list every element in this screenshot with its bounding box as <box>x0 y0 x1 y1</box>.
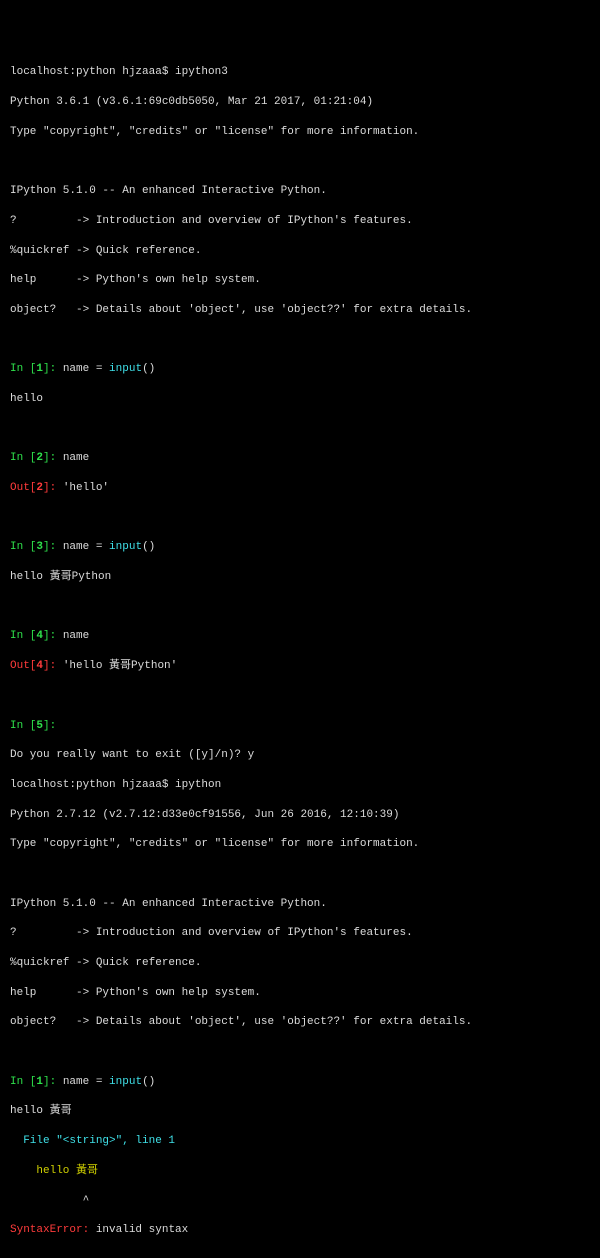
in-prompt-3[interactable]: In [3]: name = input() <box>10 540 590 555</box>
ipython-header: IPython 5.1.0 -- An enhanced Interactive… <box>10 184 590 199</box>
in-prompt-2[interactable]: In [2]: name <box>10 451 590 466</box>
in-prompt-4[interactable]: In [4]: name <box>10 629 590 644</box>
quickref-help: %quickref -> Quick reference. <box>10 244 590 259</box>
help-line: help -> Python's own help system. <box>10 273 590 288</box>
input-echo: hello <box>10 392 590 407</box>
input-echo: hello 黃哥 <box>10 1104 590 1119</box>
input-echo: hello 黃哥Python <box>10 570 590 585</box>
traceback-caret: ^ <box>10 1194 590 1209</box>
object-help: object? -> Details about 'object', use '… <box>10 1015 590 1030</box>
out-prompt-2: Out[2]: 'hello' <box>10 481 590 496</box>
intro-help: ? -> Introduction and overview of IPytho… <box>10 214 590 229</box>
quickref-help: %quickref -> Quick reference. <box>10 956 590 971</box>
intro-help: ? -> Introduction and overview of IPytho… <box>10 926 590 941</box>
credits-line: Type "copyright", "credits" or "license"… <box>10 125 590 140</box>
shell-prompt: localhost:python hjzaaa$ ipython3 <box>10 65 590 80</box>
python-version: Python 3.6.1 (v3.6.1:69c0db5050, Mar 21 … <box>10 95 590 110</box>
traceback-file: File "<string>", line 1 <box>10 1134 590 1149</box>
out-prompt-4: Out[4]: 'hello 黃哥Python' <box>10 659 590 674</box>
traceback-source: hello 黃哥 <box>10 1164 590 1179</box>
shell-prompt: localhost:python hjzaaa$ ipython <box>10 778 590 793</box>
credits-line: Type "copyright", "credits" or "license"… <box>10 837 590 852</box>
object-help: object? -> Details about 'object', use '… <box>10 303 590 318</box>
exit-confirm[interactable]: Do you really want to exit ([y]/n)? y <box>10 748 590 763</box>
help-line: help -> Python's own help system. <box>10 986 590 1001</box>
in-prompt-5[interactable]: In [5]: <box>10 719 590 734</box>
traceback-error: SyntaxError: invalid syntax <box>10 1223 590 1238</box>
in-prompt-1[interactable]: In [1]: name = input() <box>10 362 590 377</box>
in-prompt-1[interactable]: In [1]: name = input() <box>10 1075 590 1090</box>
ipython-header: IPython 5.1.0 -- An enhanced Interactive… <box>10 897 590 912</box>
python-version: Python 2.7.12 (v2.7.12:d33e0cf91556, Jun… <box>10 808 590 823</box>
